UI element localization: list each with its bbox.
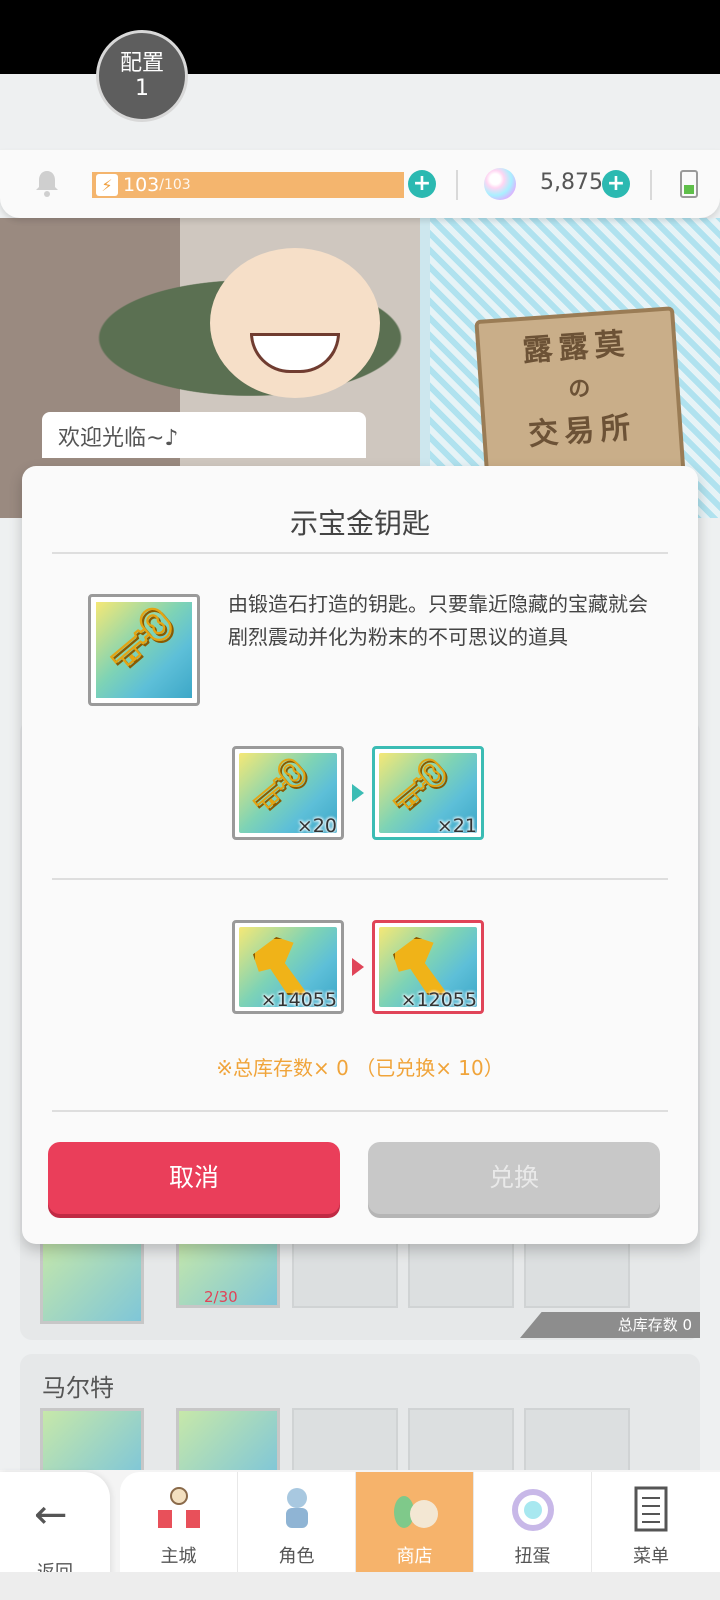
- list-item[interactable]: [176, 1408, 280, 1478]
- key-before-slot: 🗝 ×20: [232, 746, 344, 840]
- nav-label: 扭蛋: [514, 1546, 551, 1567]
- add-gems-button[interactable]: +: [602, 170, 630, 198]
- nav-label: 商店: [396, 1546, 433, 1567]
- castle-icon: [158, 1487, 200, 1528]
- stamina-max: /103: [159, 177, 191, 193]
- bell-icon[interactable]: [30, 166, 64, 200]
- exchange-button[interactable]: 兑换: [368, 1142, 660, 1214]
- nav-item-shop[interactable]: 商店: [356, 1472, 474, 1572]
- config-button[interactable]: 配置 1: [96, 30, 188, 122]
- stamina-bar: ⚡ 103 /103: [92, 172, 404, 198]
- ticket-before-qty: ×14055: [260, 989, 337, 1011]
- nav-label: 主城: [160, 1546, 197, 1567]
- nav-item-character[interactable]: 角色: [238, 1472, 356, 1572]
- gem-icon: [484, 168, 516, 200]
- key-after-slot: 🗝 ×21: [372, 746, 484, 840]
- nav-item-castle[interactable]: 主城: [120, 1472, 238, 1572]
- arrow-icon: [352, 784, 364, 802]
- nav-item-menu[interactable]: 菜单: [592, 1472, 710, 1572]
- gem-count: 5,875: [540, 170, 603, 195]
- battery-icon: [680, 170, 698, 198]
- ticket-after-qty: ×12055: [400, 989, 477, 1011]
- list-item[interactable]: [40, 1408, 144, 1478]
- empty-slot: [524, 1408, 630, 1478]
- arrow-left-icon: ←: [34, 1492, 68, 1538]
- config-number: 1: [135, 76, 149, 101]
- empty-slot: [408, 1408, 514, 1478]
- divider: [456, 170, 458, 200]
- footer-strip: [0, 1572, 720, 1600]
- dialog-title: 示宝金钥匙: [289, 507, 430, 540]
- shop-sign: 露露莫 の 交易所: [474, 306, 686, 490]
- item-icon: 🗝: [88, 594, 200, 706]
- nav-item-gacha[interactable]: 扭蛋: [474, 1472, 592, 1572]
- progress-count: 2/30: [204, 1288, 238, 1306]
- config-label: 配置: [119, 51, 164, 76]
- stock-note: ※总库存数× 0 （已兑换× 10）: [216, 1056, 504, 1080]
- stock-tag: 总库存数 0: [520, 1312, 700, 1338]
- section-title: 马尔特: [42, 1374, 114, 1402]
- ticket-after-slot: ×12055: [372, 920, 484, 1014]
- menu-icon: [634, 1486, 668, 1532]
- add-stamina-button[interactable]: +: [408, 170, 436, 198]
- cancel-button[interactable]: 取消: [48, 1142, 340, 1214]
- arrow-icon: [352, 958, 364, 976]
- bottom-nav: 主城 角色 商店 扭蛋 菜单: [120, 1472, 720, 1572]
- divider: [52, 878, 668, 880]
- key-before-qty: ×20: [296, 815, 337, 837]
- divider: [52, 1110, 668, 1112]
- nav-label: 菜单: [633, 1546, 669, 1567]
- lightning-icon: ⚡: [96, 174, 118, 196]
- stamina-value: 103: [123, 174, 160, 196]
- divider: [52, 552, 668, 554]
- golden-key-icon: 🗝: [247, 755, 311, 813]
- gacha-icon: [512, 1489, 554, 1531]
- status-bar: ⚡ 103 /103 + +: [0, 150, 720, 218]
- character-icon: [286, 1488, 308, 1528]
- forge-stone-icon: [253, 937, 309, 995]
- divider: [650, 170, 652, 200]
- shopkeeper-face: [210, 248, 380, 398]
- list-item[interactable]: [40, 1232, 144, 1324]
- golden-key-icon: 🗝: [104, 603, 178, 671]
- exchange-dialog: 示宝金钥匙 🗝 由锻造石打造的钥匙。只要靠近隐藏的宝藏就会剧烈震动并化为粉末的不…: [22, 466, 698, 1244]
- ticket-before-slot: ×14055: [232, 920, 344, 1014]
- empty-slot: [292, 1408, 398, 1478]
- shop-icon: [394, 1496, 438, 1528]
- welcome-speech: 欢迎光临~♪: [42, 412, 366, 458]
- key-after-qty: ×21: [436, 815, 477, 837]
- nav-label: 角色: [278, 1546, 315, 1567]
- golden-key-icon: 🗝: [387, 755, 451, 813]
- forge-stone-icon: [393, 937, 449, 995]
- item-description: 由锻造石打造的钥匙。只要靠近隐藏的宝藏就会剧烈震动并化为粉末的不可思议的道具: [228, 592, 648, 649]
